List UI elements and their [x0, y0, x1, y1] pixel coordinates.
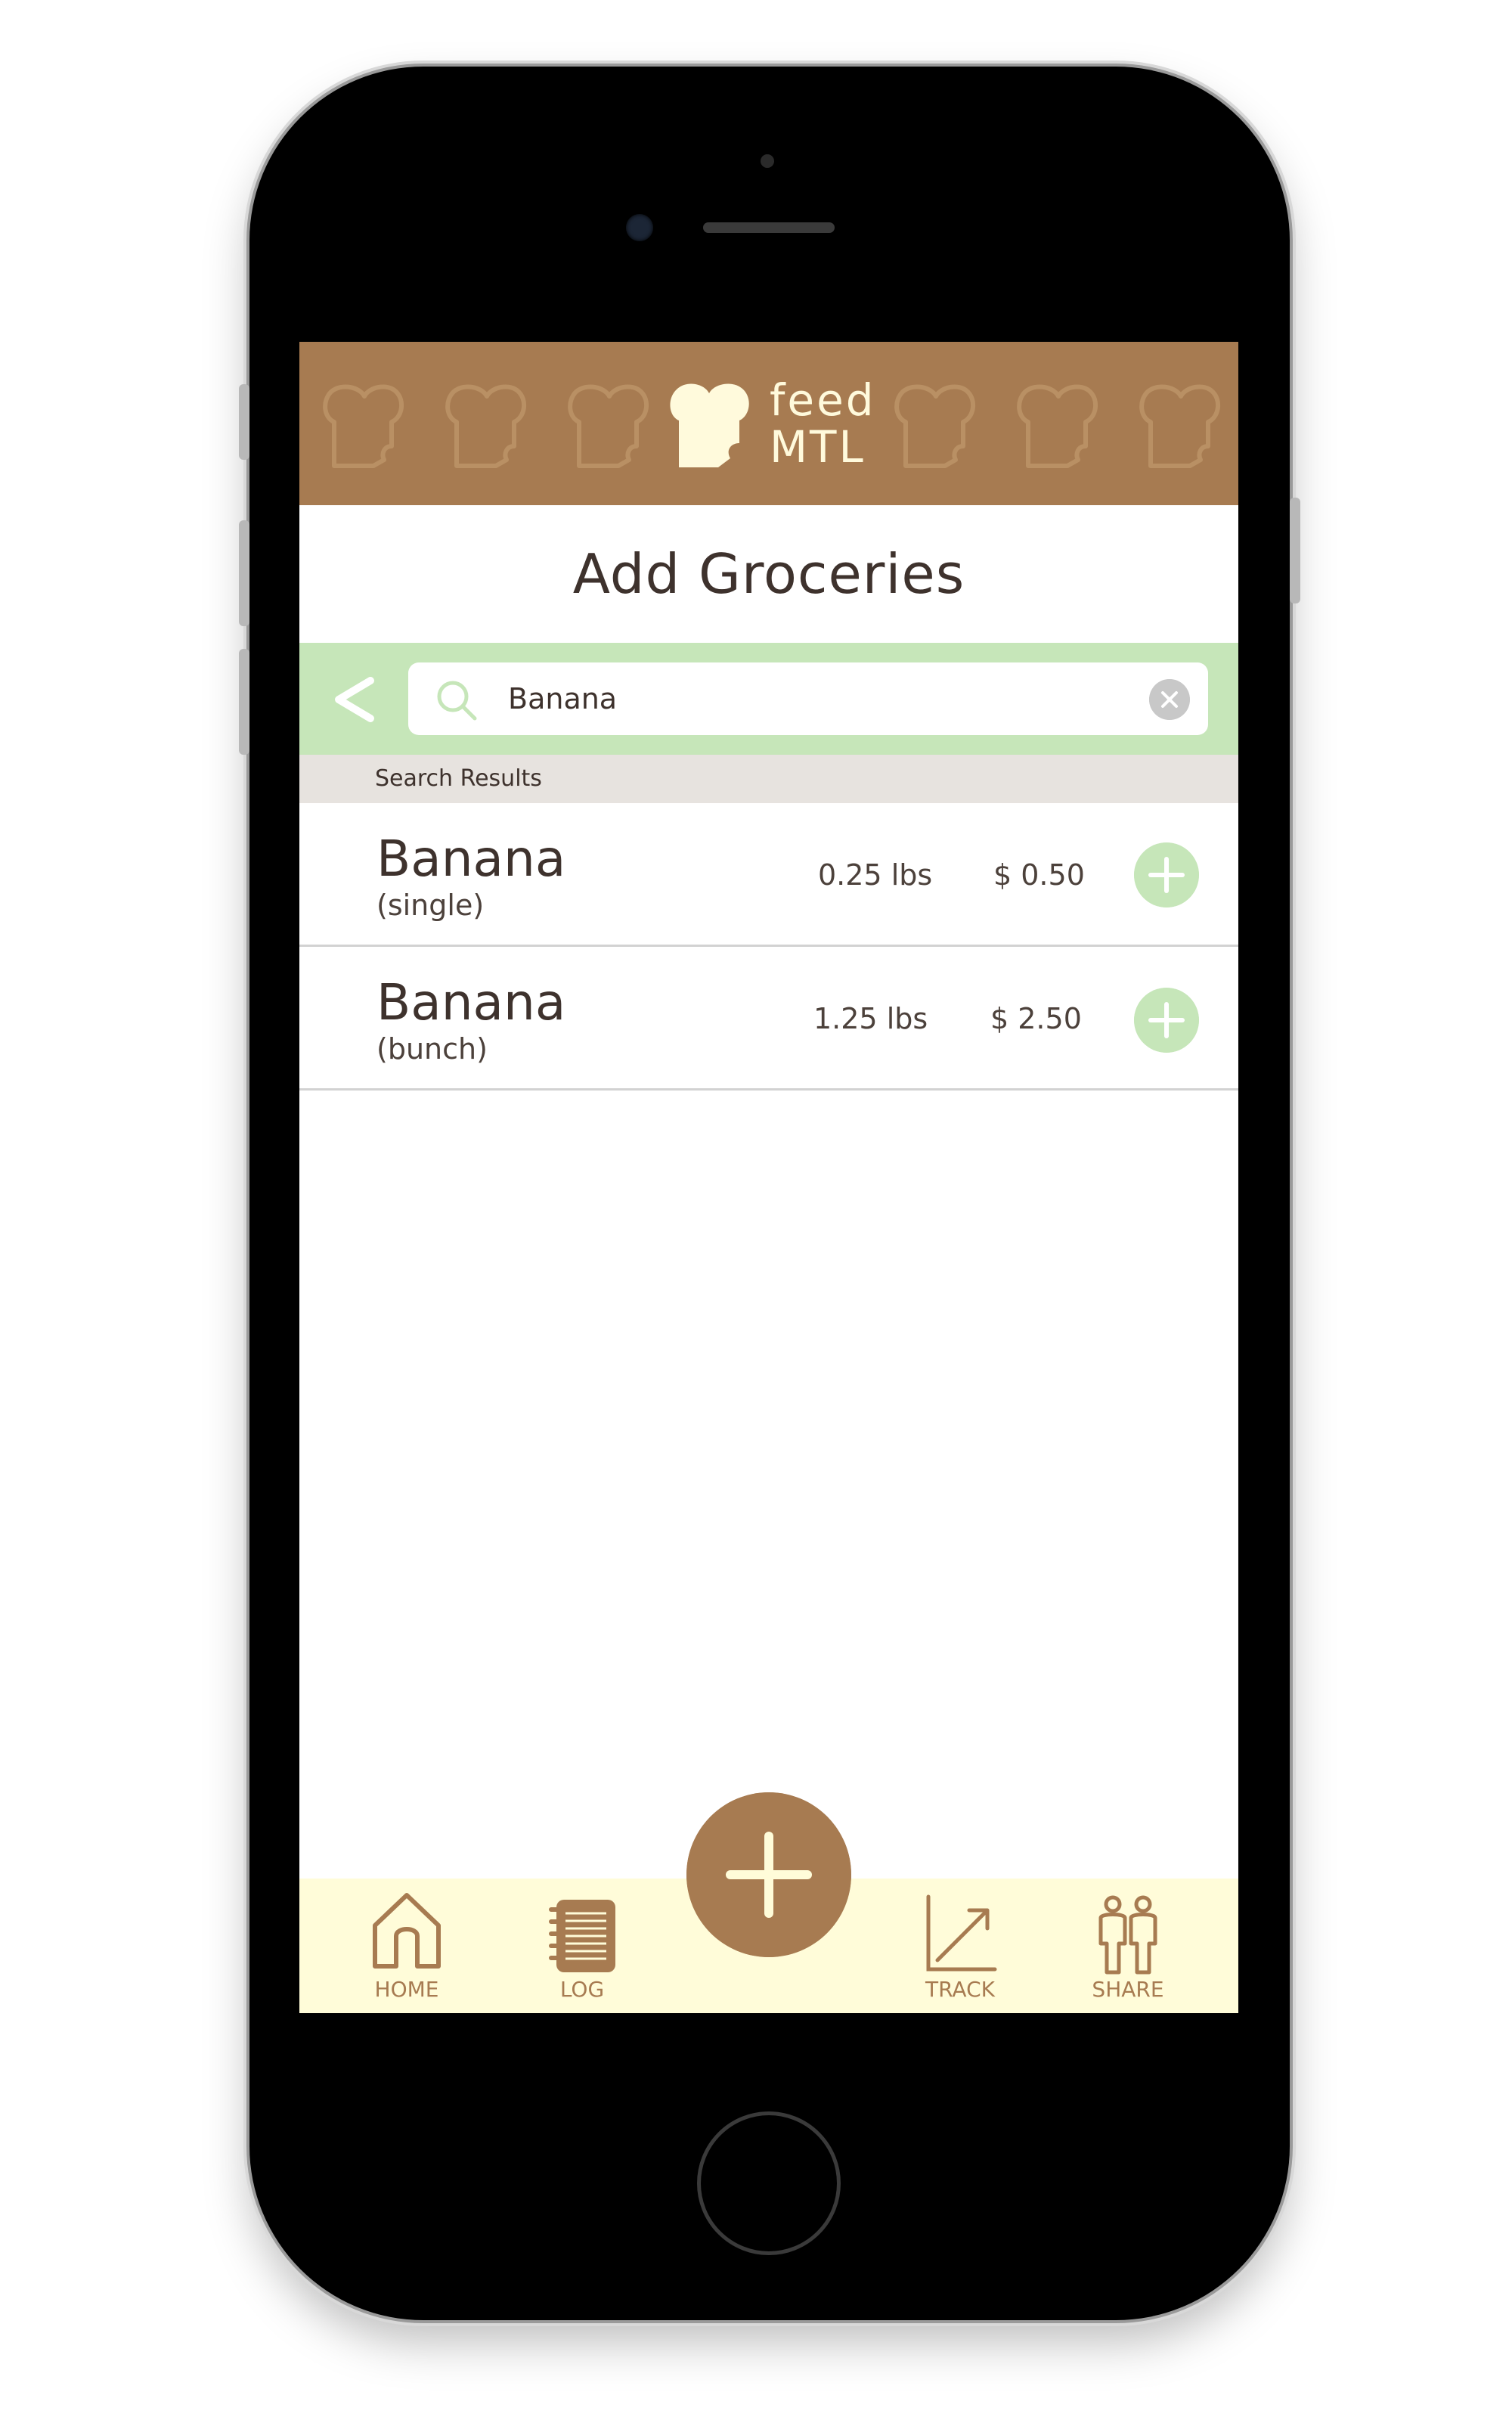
nav-share[interactable]: SHARE — [1052, 1879, 1204, 2013]
item-name: Banana — [376, 830, 566, 888]
add-button[interactable] — [686, 1792, 851, 1957]
bread-slice-icon — [445, 384, 527, 468]
search-bar: Banana — [299, 643, 1238, 755]
item-weight: 1.25 lbs — [813, 1002, 928, 1035]
results-label: Search Results — [375, 765, 542, 792]
chart-trend-icon — [926, 1894, 997, 1972]
app-screen: feed MTL Add Groceries Banana Search Res… — [299, 342, 1238, 2013]
nav-log-label: LOG — [559, 1977, 605, 2002]
bread-slice-icon — [323, 384, 404, 468]
page-title: Add Groceries — [572, 542, 965, 606]
earpiece-speaker — [703, 222, 835, 233]
bread-slice-icon — [568, 384, 649, 468]
item-weight: 0.25 lbs — [818, 858, 933, 892]
nav-track-label: TRACK — [925, 1977, 995, 2002]
nav-track[interactable]: TRACK — [885, 1879, 1036, 2013]
results-header: Search Results — [299, 755, 1238, 803]
search-icon — [437, 681, 477, 721]
volume-down-button — [239, 649, 249, 755]
home-button[interactable] — [697, 2111, 841, 2255]
power-button — [1290, 498, 1300, 603]
clear-icon[interactable] — [1149, 679, 1190, 720]
item-variant: (single) — [376, 889, 485, 922]
logo-line-2: MTL — [770, 421, 866, 473]
silent-switch — [239, 384, 249, 460]
item-price: $ 0.50 — [993, 858, 1085, 892]
bread-slice-icon — [1017, 384, 1098, 468]
nav-home-label: HOME — [374, 1977, 439, 2002]
search-input[interactable]: Banana — [408, 662, 1208, 735]
logo-text: feed MTL — [770, 377, 876, 470]
item-variant: (bunch) — [376, 1032, 488, 1066]
add-item-button[interactable] — [1134, 988, 1199, 1053]
app-header: feed MTL — [299, 342, 1238, 505]
add-item-button[interactable] — [1134, 842, 1199, 908]
nav-log[interactable]: LOG — [507, 1879, 658, 2013]
home-icon — [373, 1893, 441, 1969]
proximity-sensor — [761, 154, 774, 168]
logo-bread-icon — [670, 383, 749, 467]
title-bar: Add Groceries — [299, 505, 1238, 643]
bread-slice-icon — [1139, 384, 1221, 468]
logo-line-1: feed — [770, 374, 876, 426]
volume-up-button — [239, 520, 249, 626]
item-name: Banana — [376, 973, 566, 1032]
chevron-left-icon[interactable] — [330, 673, 380, 726]
notebook-icon — [549, 1900, 615, 1972]
item-price: $ 2.50 — [990, 1002, 1082, 1035]
bread-slice-icon — [894, 384, 976, 468]
nav-home[interactable]: HOME — [331, 1879, 482, 2013]
front-camera — [626, 214, 653, 241]
people-icon — [1098, 1895, 1157, 1975]
list-item[interactable]: Banana (single) 0.25 lbs $ 0.50 — [299, 803, 1238, 947]
list-item[interactable]: Banana (bunch) 1.25 lbs $ 2.50 — [299, 947, 1238, 1091]
nav-share-label: SHARE — [1092, 1977, 1164, 2002]
search-query[interactable]: Banana — [508, 679, 617, 718]
